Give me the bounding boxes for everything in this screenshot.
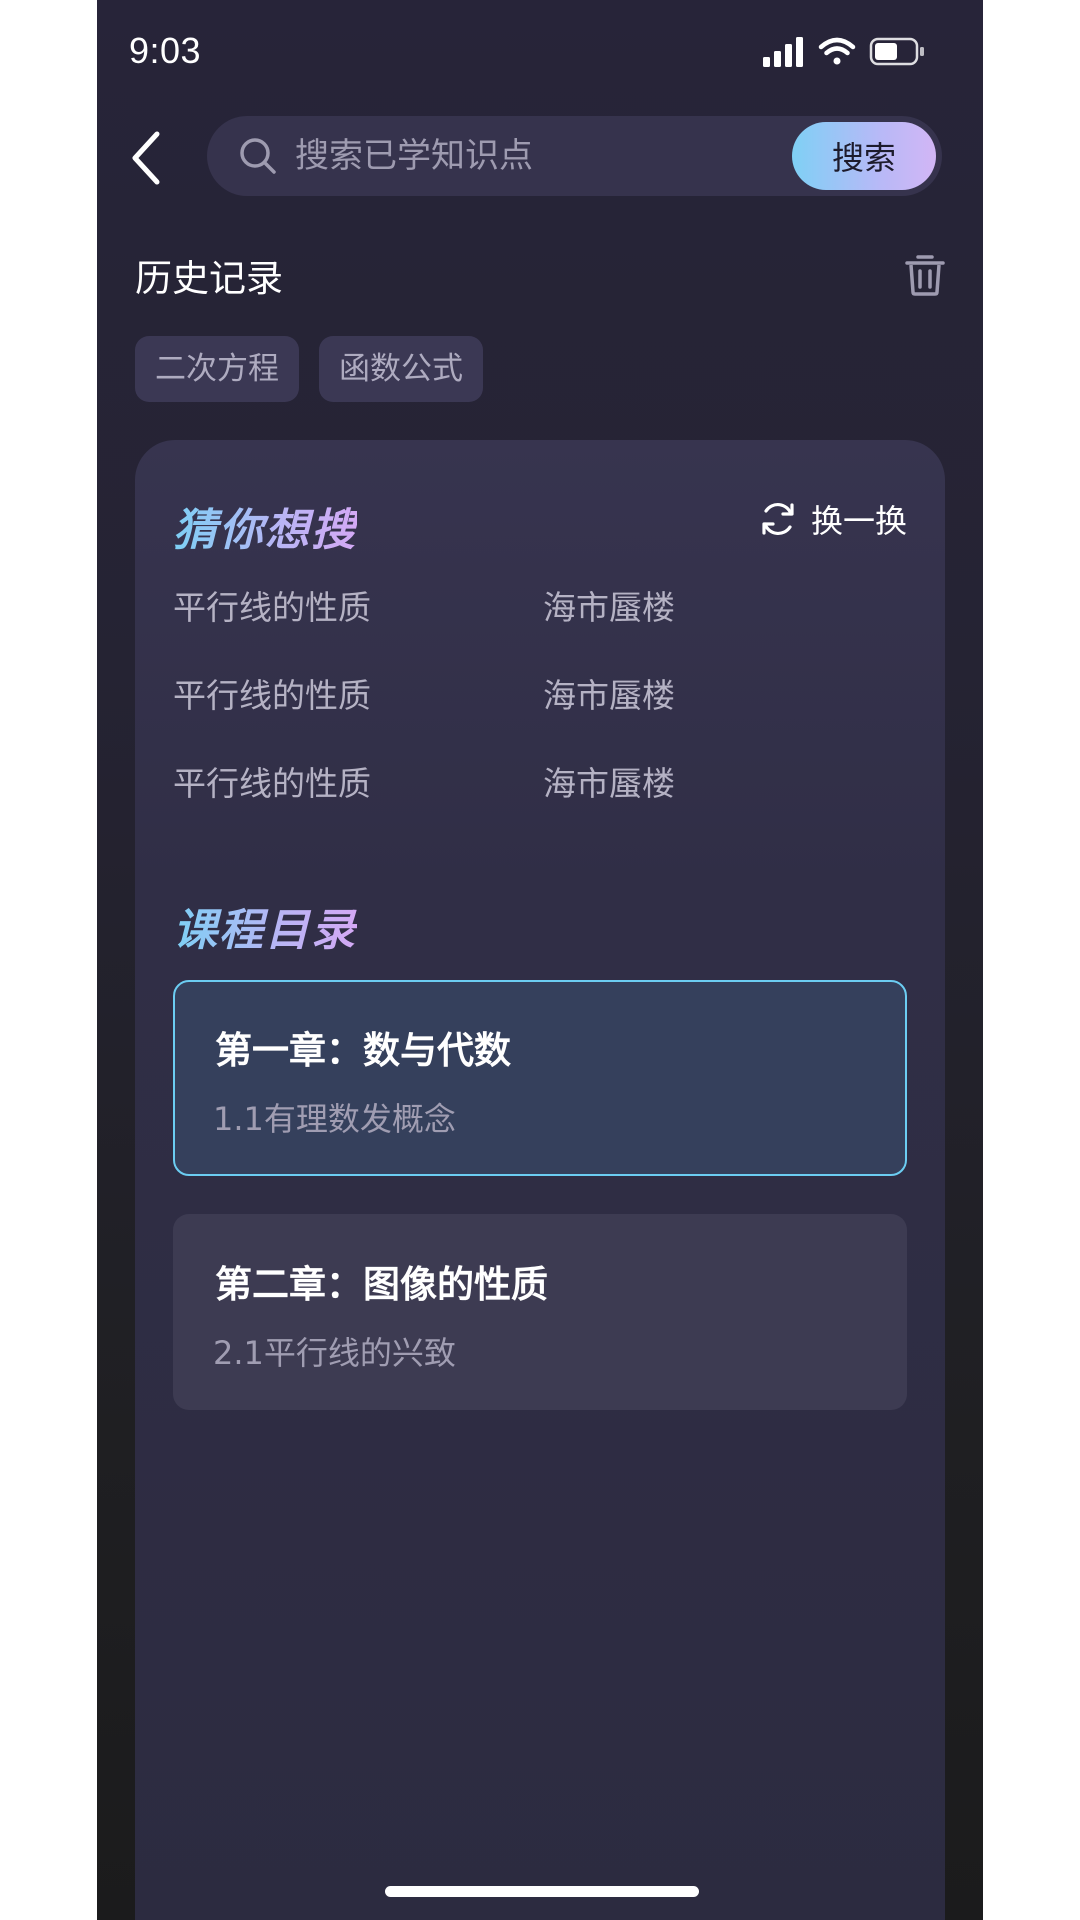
battery-icon — [869, 37, 924, 66]
refresh-button[interactable]: 换一换 — [759, 496, 907, 542]
suggestion-item[interactable]: 平行线的性质 — [173, 585, 543, 673]
wifi-icon — [818, 37, 856, 65]
search-input[interactable] — [295, 116, 755, 196]
search-bar: 搜索 — [207, 116, 942, 196]
chapter-card-1[interactable]: 第一章：数与代数 1.1有理数发概念 — [173, 980, 907, 1176]
suggestion-item[interactable]: 平行线的性质 — [173, 673, 543, 761]
suggestion-item[interactable]: 海市蜃楼 — [543, 673, 913, 761]
status-icons — [763, 37, 924, 67]
chapter-subtitle: 1.1有理数发概念 — [213, 1100, 456, 1138]
phone-screen: 9:03 搜索已学知识点 搜索 历史记录 二次方程 函数公式 猜你想搜 换一换 … — [97, 0, 983, 1920]
history-tag[interactable]: 二次方程 — [135, 336, 299, 402]
refresh-icon — [762, 502, 794, 536]
page: 9:03 搜索已学知识点 搜索 历史记录 二次方程 函数公式 猜你想搜 换一换 … — [0, 0, 1080, 1920]
suggestion-item[interactable]: 海市蜃楼 — [543, 585, 913, 673]
refresh-label: 换一换 — [810, 502, 907, 540]
signal-icon — [763, 37, 803, 67]
main-card: 猜你想搜 换一换 平行线的性质 海市蜃楼 平行线的性质 海市蜃楼 平行线的性质 … — [135, 440, 945, 1920]
search-button[interactable]: 搜索 — [792, 122, 936, 190]
chapter-title: 第一章：数与代数 — [215, 1029, 511, 1072]
suggestion-item[interactable]: 海市蜃楼 — [543, 761, 913, 849]
trash-icon[interactable] — [905, 252, 945, 296]
history-title: 历史记录 — [135, 257, 283, 300]
search-icon — [240, 138, 276, 174]
chapter-card-2[interactable]: 第二章：图像的性质 2.1平行线的兴致 — [173, 1214, 907, 1410]
suggestion-item[interactable]: 平行线的性质 — [173, 761, 543, 849]
catalog-title: 课程目录 — [173, 894, 357, 958]
suggestions-title: 猜你想搜 — [173, 494, 357, 558]
suggestion-list: 平行线的性质 海市蜃楼 平行线的性质 海市蜃楼 平行线的性质 海市蜃楼 — [173, 585, 913, 849]
back-chevron-icon[interactable] — [127, 128, 175, 188]
chapter-subtitle: 2.1平行线的兴致 — [213, 1334, 456, 1372]
status-time: 9:03 — [129, 30, 202, 71]
chapter-title: 第二章：图像的性质 — [215, 1263, 548, 1306]
history-tag-list: 二次方程 函数公式 — [135, 336, 483, 402]
history-tag[interactable]: 函数公式 — [319, 336, 483, 402]
home-indicator[interactable] — [385, 1886, 699, 1897]
